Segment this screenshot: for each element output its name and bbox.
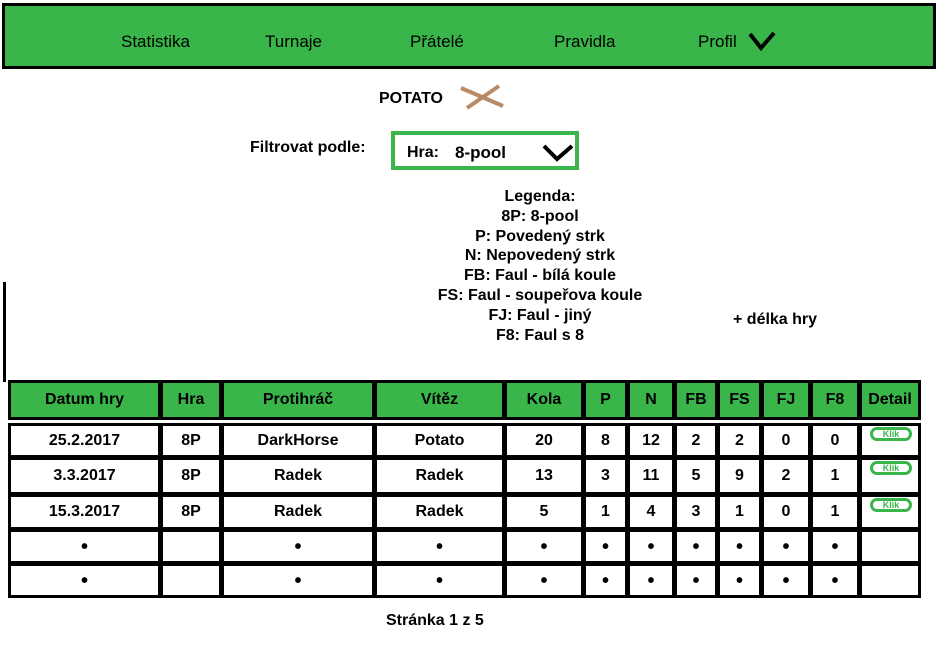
cell-fj: 0 [761, 423, 811, 458]
cell-p: 8 [583, 423, 628, 458]
cell-date: • [8, 563, 161, 598]
cell-n: 4 [627, 494, 675, 530]
cell-rounds: • [504, 529, 584, 564]
legend-line: FJ: Faul - jiný [488, 306, 592, 324]
cell-fs: 1 [717, 494, 762, 530]
header-opponent[interactable]: Protihráč [221, 380, 375, 420]
cell-rounds: 13 [504, 457, 584, 495]
cell-fj: • [761, 529, 811, 564]
top-navigation-bar: Statistika Turnaje Přátelé Pravidla Prof… [2, 3, 936, 69]
header-fs[interactable]: FS [717, 380, 762, 420]
cell-detail [859, 563, 921, 598]
cell-f8: • [810, 529, 860, 564]
cell-winner: Radek [374, 457, 505, 495]
cell-rounds: • [504, 563, 584, 598]
cell-fj: 2 [761, 457, 811, 495]
nav-profil[interactable]: Profil [698, 32, 737, 52]
cell-winner: Potato [374, 423, 505, 458]
nav-pratele[interactable]: Přátelé [410, 32, 464, 52]
cell-date: • [8, 529, 161, 564]
cell-n: 11 [627, 457, 675, 495]
cell-fb: • [674, 529, 718, 564]
cell-n: • [627, 529, 675, 564]
cell-fs: • [717, 529, 762, 564]
cell-winner: • [374, 529, 505, 564]
cell-game [160, 529, 222, 564]
header-p[interactable]: P [583, 380, 628, 420]
detail-button[interactable]: Klik [870, 498, 912, 512]
cell-p: 1 [583, 494, 628, 530]
cell-opponent: • [221, 563, 375, 598]
header-winner[interactable]: Vítěz [374, 380, 505, 420]
cell-p: • [583, 529, 628, 564]
detail-button[interactable]: Klik [870, 461, 912, 475]
cell-f8: 0 [810, 423, 860, 458]
nav-statistika[interactable]: Statistika [121, 32, 190, 52]
cell-fs: 2 [717, 423, 762, 458]
cell-fb: • [674, 563, 718, 598]
left-divider [3, 282, 6, 382]
cell-opponent: Radek [221, 494, 375, 530]
cell-fb: 5 [674, 457, 718, 495]
cell-f8: • [810, 563, 860, 598]
cell-detail [859, 529, 921, 564]
legend-line: FB: Faul - bílá koule [463, 267, 616, 285]
game-length-note: + délka hry [733, 311, 818, 328]
nav-pravidla[interactable]: Pravidla [554, 32, 615, 52]
cell-game [160, 563, 222, 598]
cell-n: 12 [627, 423, 675, 458]
cell-date: 15.3.2017 [8, 494, 161, 530]
chevron-down-icon [542, 144, 574, 162]
close-icon[interactable] [459, 84, 505, 110]
cell-p: • [583, 563, 628, 598]
cell-f8: 1 [810, 494, 860, 530]
cell-winner: • [374, 563, 505, 598]
cell-date: 3.3.2017 [8, 457, 161, 495]
legend-line: P: Povedený strk [475, 227, 605, 245]
header-f8[interactable]: F8 [810, 380, 860, 420]
cell-p: 3 [583, 457, 628, 495]
legend: Legenda: 8P: 8-pool P: Povedený strk N: … [330, 187, 750, 345]
header-fj[interactable]: FJ [761, 380, 811, 420]
player-name: POTATO [379, 90, 443, 107]
detail-button[interactable]: Klik [870, 427, 912, 441]
filter-prefix: Hra: [407, 144, 440, 161]
cell-fb: 3 [674, 494, 718, 530]
cell-opponent: DarkHorse [221, 423, 375, 458]
cell-game: 8P [160, 423, 222, 458]
cell-date: 25.2.2017 [8, 423, 161, 458]
cell-n: • [627, 563, 675, 598]
filter-label: Filtrovat podle: [250, 139, 366, 156]
legend-title: Legenda: [504, 188, 576, 205]
cell-fj: 0 [761, 494, 811, 530]
cell-game: 8P [160, 494, 222, 530]
header-n[interactable]: N [627, 380, 675, 420]
cell-fj: • [761, 563, 811, 598]
cell-game: 8P [160, 457, 222, 495]
legend-line: F8: Faul s 8 [495, 326, 585, 344]
cell-f8: 1 [810, 457, 860, 495]
cell-opponent: Radek [221, 457, 375, 495]
cell-fs: • [717, 563, 762, 598]
filter-value: 8-pool [455, 143, 506, 162]
cell-rounds: 5 [504, 494, 584, 530]
cell-opponent: • [221, 529, 375, 564]
cell-fs: 9 [717, 457, 762, 495]
legend-line: 8P: 8-pool [501, 207, 579, 225]
header-fb[interactable]: FB [674, 380, 718, 420]
header-game[interactable]: Hra [160, 380, 222, 420]
header-rounds[interactable]: Kola [504, 380, 584, 420]
legend-line: N: Nepovedený strk [464, 247, 616, 265]
pagination[interactable]: Stránka 1 z 5 [386, 612, 484, 630]
cell-winner: Radek [374, 494, 505, 530]
cell-rounds: 20 [504, 423, 584, 458]
header-date[interactable]: Datum hry [8, 380, 161, 420]
nav-turnaje[interactable]: Turnaje [265, 32, 322, 52]
game-filter-select[interactable]: Hra: 8-pool [391, 131, 579, 170]
chevron-down-icon[interactable] [747, 30, 777, 52]
cell-fb: 2 [674, 423, 718, 458]
legend-line: FS: Faul - soupeřova koule [437, 286, 643, 304]
header-detail[interactable]: Detail [859, 380, 921, 420]
